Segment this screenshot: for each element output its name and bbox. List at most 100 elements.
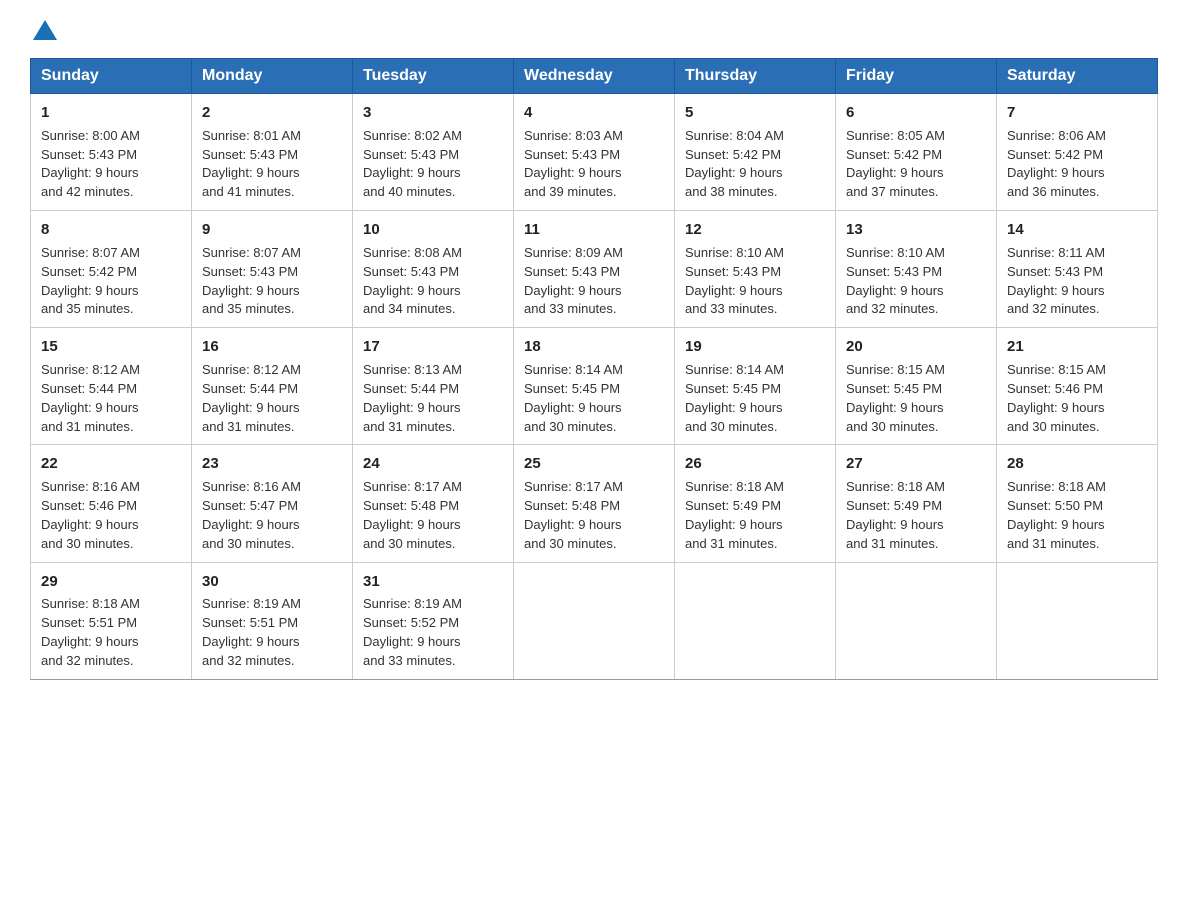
day-info-line: and 37 minutes. (846, 183, 986, 202)
day-info-line: Daylight: 9 hours (41, 164, 181, 183)
calendar-cell: 12Sunrise: 8:10 AMSunset: 5:43 PMDayligh… (675, 211, 836, 328)
day-number: 26 (685, 453, 825, 475)
day-info-line: and 42 minutes. (41, 183, 181, 202)
day-info-line: and 30 minutes. (202, 535, 342, 554)
day-info-line: and 30 minutes. (1007, 418, 1147, 437)
calendar-cell (675, 562, 836, 679)
day-info-line: and 32 minutes. (846, 300, 986, 319)
day-info-line: Sunrise: 8:10 AM (846, 244, 986, 263)
day-info-line: Sunrise: 8:08 AM (363, 244, 503, 263)
calendar-cell: 9Sunrise: 8:07 AMSunset: 5:43 PMDaylight… (192, 211, 353, 328)
day-info-line: Sunset: 5:46 PM (41, 497, 181, 516)
day-info-line: Sunset: 5:50 PM (1007, 497, 1147, 516)
calendar-cell: 10Sunrise: 8:08 AMSunset: 5:43 PMDayligh… (353, 211, 514, 328)
day-info-line: and 30 minutes. (524, 535, 664, 554)
day-info-line: Sunrise: 8:14 AM (685, 361, 825, 380)
day-info-line: Daylight: 9 hours (41, 633, 181, 652)
day-info-line: Sunset: 5:42 PM (1007, 146, 1147, 165)
day-info-line: Daylight: 9 hours (363, 164, 503, 183)
day-info-line: Sunrise: 8:18 AM (1007, 478, 1147, 497)
calendar-cell: 26Sunrise: 8:18 AMSunset: 5:49 PMDayligh… (675, 445, 836, 562)
day-number: 8 (41, 219, 181, 241)
day-number: 30 (202, 571, 342, 593)
day-number: 10 (363, 219, 503, 241)
calendar-cell: 8Sunrise: 8:07 AMSunset: 5:42 PMDaylight… (31, 211, 192, 328)
day-info-line: Daylight: 9 hours (1007, 282, 1147, 301)
calendar-cell: 24Sunrise: 8:17 AMSunset: 5:48 PMDayligh… (353, 445, 514, 562)
day-info-line: Sunrise: 8:19 AM (202, 595, 342, 614)
day-number: 13 (846, 219, 986, 241)
day-info-line: Daylight: 9 hours (524, 516, 664, 535)
logo-area (30, 20, 60, 40)
calendar-cell: 29Sunrise: 8:18 AMSunset: 5:51 PMDayligh… (31, 562, 192, 679)
weekday-header-saturday: Saturday (997, 59, 1158, 94)
day-info-line: and 39 minutes. (524, 183, 664, 202)
day-info-line: and 30 minutes. (524, 418, 664, 437)
day-info-line: Sunrise: 8:12 AM (41, 361, 181, 380)
logo (30, 20, 60, 40)
day-info-line: Daylight: 9 hours (202, 633, 342, 652)
day-info-line: and 38 minutes. (685, 183, 825, 202)
day-info-line: and 41 minutes. (202, 183, 342, 202)
day-info-line: Sunrise: 8:17 AM (363, 478, 503, 497)
day-info-line: Sunset: 5:42 PM (846, 146, 986, 165)
day-info-line: Sunset: 5:43 PM (524, 263, 664, 282)
calendar-cell: 19Sunrise: 8:14 AMSunset: 5:45 PMDayligh… (675, 328, 836, 445)
weekday-header-friday: Friday (836, 59, 997, 94)
day-info-line: Sunrise: 8:01 AM (202, 127, 342, 146)
day-info-line: Sunset: 5:43 PM (202, 263, 342, 282)
day-info-line: and 31 minutes. (363, 418, 503, 437)
day-info-line: and 32 minutes. (1007, 300, 1147, 319)
day-info-line: and 30 minutes. (363, 535, 503, 554)
day-info-line: and 34 minutes. (363, 300, 503, 319)
day-info-line: Daylight: 9 hours (524, 164, 664, 183)
day-info-line: and 30 minutes. (685, 418, 825, 437)
day-info-line: and 31 minutes. (846, 535, 986, 554)
calendar-week-row: 15Sunrise: 8:12 AMSunset: 5:44 PMDayligh… (31, 328, 1158, 445)
day-info-line: Sunrise: 8:02 AM (363, 127, 503, 146)
calendar-cell: 1 Sunrise: 8:00 AMSunset: 5:43 PMDaylight… (31, 94, 192, 211)
day-info-line: and 30 minutes. (846, 418, 986, 437)
logo-blue-text (30, 20, 60, 40)
day-info-line: and 32 minutes. (41, 652, 181, 671)
calendar-week-row: 8Sunrise: 8:07 AMSunset: 5:42 PMDaylight… (31, 211, 1158, 328)
day-info-line: and 31 minutes. (685, 535, 825, 554)
calendar-cell: 18Sunrise: 8:14 AMSunset: 5:45 PMDayligh… (514, 328, 675, 445)
day-info-line: Sunrise: 8:09 AM (524, 244, 664, 263)
day-number: 19 (685, 336, 825, 358)
day-info-line: Sunset: 5:43 PM (846, 263, 986, 282)
day-info-line: Daylight: 9 hours (41, 282, 181, 301)
day-info-line: Sunrise: 8:04 AM (685, 127, 825, 146)
day-number: 5 (685, 102, 825, 124)
calendar-cell: 14Sunrise: 8:11 AMSunset: 5:43 PMDayligh… (997, 211, 1158, 328)
day-info-line: and 35 minutes. (202, 300, 342, 319)
day-number: 25 (524, 453, 664, 475)
day-info-line: Sunrise: 8:12 AM (202, 361, 342, 380)
day-info-line: Sunrise: 8:16 AM (202, 478, 342, 497)
day-info-line: Sunrise: 8:18 AM (41, 595, 181, 614)
calendar-cell: 2Sunrise: 8:01 AMSunset: 5:43 PMDaylight… (192, 94, 353, 211)
day-number: 1 (41, 102, 181, 124)
calendar-cell (836, 562, 997, 679)
day-info-line: Sunset: 5:44 PM (363, 380, 503, 399)
day-info-line: Sunset: 5:51 PM (41, 614, 181, 633)
day-info-line: and 31 minutes. (1007, 535, 1147, 554)
day-info-line: Sunset: 5:43 PM (41, 146, 181, 165)
day-info-line: and 36 minutes. (1007, 183, 1147, 202)
day-info-line: Sunset: 5:47 PM (202, 497, 342, 516)
day-number: 14 (1007, 219, 1147, 241)
day-number: 18 (524, 336, 664, 358)
day-info-line: Sunrise: 8:07 AM (202, 244, 342, 263)
calendar-table: SundayMondayTuesdayWednesdayThursdayFrid… (30, 58, 1158, 680)
day-info-line: Daylight: 9 hours (685, 399, 825, 418)
day-info-line: Daylight: 9 hours (41, 399, 181, 418)
day-info-line: Sunset: 5:44 PM (202, 380, 342, 399)
calendar-cell: 27Sunrise: 8:18 AMSunset: 5:49 PMDayligh… (836, 445, 997, 562)
day-info-line: Sunset: 5:43 PM (685, 263, 825, 282)
calendar-cell: 4Sunrise: 8:03 AMSunset: 5:43 PMDaylight… (514, 94, 675, 211)
calendar-cell: 3Sunrise: 8:02 AMSunset: 5:43 PMDaylight… (353, 94, 514, 211)
day-info-line: Sunrise: 8:10 AM (685, 244, 825, 263)
day-info-line: Daylight: 9 hours (202, 399, 342, 418)
day-info-line: Sunrise: 8:00 AM (41, 127, 181, 146)
day-info-line: Daylight: 9 hours (363, 399, 503, 418)
